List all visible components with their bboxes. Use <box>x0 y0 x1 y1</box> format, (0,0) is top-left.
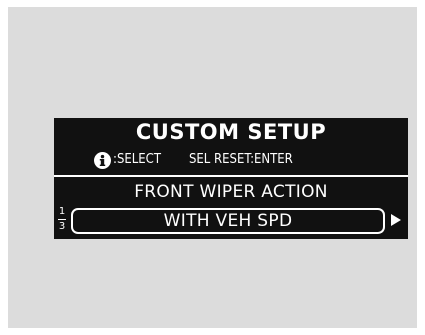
page-indicator: 1 3 <box>56 206 68 238</box>
hint-select-label: :SELECT <box>113 152 161 167</box>
selected-option[interactable]: WITH VEH SPD <box>71 208 385 234</box>
page-current: 1 <box>58 206 66 217</box>
menu-item-title: FRONT WIPER ACTION <box>134 182 328 202</box>
hint-enter-label: SEL RESET:ENTER <box>188 152 293 167</box>
background-panel: CUSTOM SETUP :SELECT SEL RESET:ENTER FRO… <box>8 7 417 328</box>
fraction-bar <box>58 219 66 220</box>
info-display: CUSTOM SETUP :SELECT SEL RESET:ENTER FRO… <box>54 118 408 239</box>
right-triangle-icon[interactable] <box>391 214 401 226</box>
page-total: 3 <box>58 221 66 232</box>
divider <box>54 175 408 177</box>
hint-row: :SELECT SEL RESET:ENTER <box>94 150 293 170</box>
info-icon <box>94 151 111 169</box>
screen-title: CUSTOM SETUP <box>135 120 327 144</box>
